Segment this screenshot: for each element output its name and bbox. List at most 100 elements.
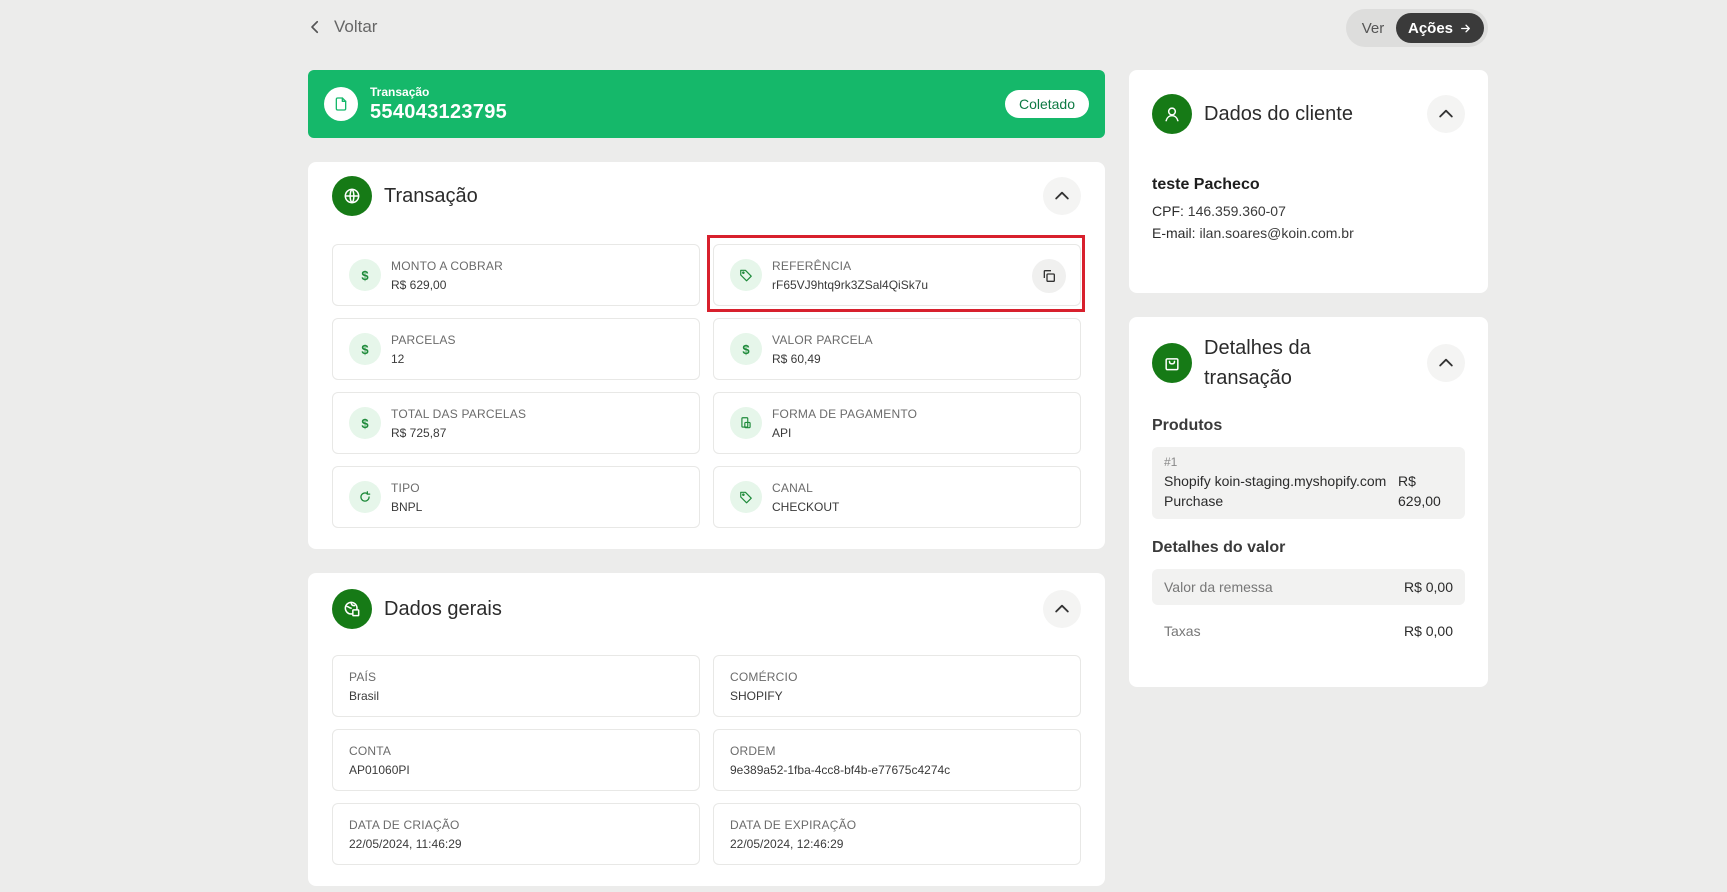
field-label: DATA DE CRIAÇÃO [349,817,460,832]
field-referencia: REFERÊNCIA rF65VJ9htq9rk3ZSal4QiSk7u [707,235,1085,312]
transaction-number: 554043123795 [370,100,508,123]
general-data-icon [332,589,372,629]
field-value: R$ 60,49 [772,351,821,366]
field-ordem: ORDEM 9e389a52-1fba-4cc8-bf4b-e77675c4274… [713,729,1081,791]
remessa-label: Valor da remessa [1164,579,1273,595]
transacao-fields: $ MONTO A COBRAR R$ 629,00 REFERÊNCIA rF65… [332,235,1085,528]
field-forma-pagamento: FORMA DE PAGAMENTO API [713,392,1081,454]
field-value: R$ 725,87 [391,425,447,440]
cliente-cpf: CPF: 146.359.360-07 [1152,203,1465,219]
tag-icon [730,259,762,291]
field-value: Brasil [349,688,380,703]
detalhes-title-line2: transação [1204,367,1292,389]
arrow-right-icon [1461,24,1470,32]
field-label: COMÉRCIO [730,669,798,684]
status-badge: Coletado [1004,90,1089,118]
field-label: PAÍS [349,669,377,684]
field-label: ORDEM [730,743,776,758]
globe-icon [332,176,372,216]
transacao-collapse-button[interactable] [1043,177,1081,215]
cliente-email: E-mail: ilan.soares@koin.com.br [1152,225,1465,241]
field-value: R$ 629,00 [391,277,447,292]
detalhes-title-line1: Detalhes da [1204,337,1311,359]
field-value: 12 [391,351,405,366]
transacao-card: Transação $ MONTO A COBRAR R$ 629,00 REFE… [308,162,1105,549]
detalhes-header: Detalhes da transação [1152,333,1465,393]
field-value: 9e389a52-1fba-4cc8-bf4b-e77675c4274c [730,762,951,777]
valor-title: Detalhes do valor [1152,539,1286,556]
dados-gerais-title: Dados gerais [384,597,502,620]
produtos-title: Produtos [1152,417,1223,434]
taxas-value: R$ 0,00 [1403,623,1453,639]
chevron-up-icon [1439,358,1453,367]
field-label: CANAL [772,480,814,495]
field-pais: PAÍS Brasil [332,655,700,717]
ver-option[interactable]: Ver [1350,20,1396,37]
payment-icon [730,407,762,439]
field-canal: CANAL CHECKOUT [713,466,1081,528]
field-label: FORMA DE PAGAMENTO [772,406,918,421]
back-label: Voltar [334,17,378,36]
field-conta: CONTA AP01060PI [332,729,700,791]
detalhes-collapse-button[interactable] [1427,344,1465,382]
field-label: CONTA [349,743,392,758]
field-data-expiracao: DATA DE EXPIRAÇÃO 22/05/2024, 12:46:29 [713,803,1081,865]
transaction-banner: Transação 554043123795 Coletado [308,70,1105,138]
chevron-up-icon [1055,191,1069,200]
field-label: PARCELAS [391,332,456,347]
field-value: 22/05/2024, 11:46:29 [349,836,462,851]
copy-button[interactable] [1032,259,1066,293]
field-value: API [772,425,792,440]
detalhes-transacao-card: Detalhes da transação Produtos #1 Shopif… [1129,317,1488,687]
field-label: TOTAL DAS PARCELAS [391,406,527,421]
banner-label: Transação [370,84,430,99]
cliente-name: teste Pacheco [1152,176,1260,193]
acoes-button[interactable]: Ações [1396,13,1484,43]
dollar-icon: $ [349,407,381,439]
field-monto: $ MONTO A COBRAR R$ 629,00 [332,244,700,306]
email-value: ilan.soares@koin.com.br [1199,225,1354,241]
tag-icon [730,481,762,513]
remessa-row: Valor da remessa R$ 0,00 [1152,569,1465,605]
field-label: VALOR PARCELA [772,332,873,347]
field-tipo: TIPO BNPL [332,466,700,528]
field-value: BNPL [391,499,423,514]
field-comercio: COMÉRCIO SHOPIFY [713,655,1081,717]
transacao-title: Transação [384,184,478,207]
product-index: #1 [1164,455,1178,469]
user-icon [1152,94,1192,134]
product-name: Shopify koin-staging.myshopify.com Purch… [1164,473,1387,509]
remessa-value: R$ 0,00 [1403,579,1453,595]
taxas-row: Taxas R$ 0,00 [1152,613,1465,649]
field-label: REFERÊNCIA [772,258,852,273]
field-valor-parcela: $ VALOR PARCELA R$ 60,49 [713,318,1081,380]
cpf-label: CPF: [1152,203,1184,219]
field-data-criacao: DATA DE CRIAÇÃO 22/05/2024, 11:46:29 [332,803,700,865]
field-value: rF65VJ9htq9rk3ZSal4QiSk7u [772,277,929,292]
detalhes-title: Detalhes da transação [1204,333,1311,393]
document-icon [324,87,358,121]
chevron-left-icon [311,20,319,34]
field-value: 22/05/2024, 12:46:29 [730,836,844,851]
cpf-value: 146.359.360-07 [1187,203,1286,219]
back-link[interactable]: Voltar [306,17,377,37]
field-label: TIPO [391,480,420,495]
chevron-up-icon [1055,604,1069,613]
chevron-up-icon [1439,109,1453,118]
refresh-icon [349,481,381,513]
copy-icon [1043,270,1055,282]
field-parcelas: $ PARCELAS 12 [332,318,700,380]
dollar-icon: $ [349,333,381,365]
dados-cliente-title: Dados do cliente [1204,102,1353,125]
dados-gerais-header: Dados gerais [332,589,1081,629]
view-actions-toggle: Ver Ações [1346,9,1488,47]
dados-gerais-collapse-button[interactable] [1043,590,1081,628]
dados-cliente-card: Dados do cliente teste Pacheco CPF: 146.… [1129,70,1488,293]
field-total-parcelas: $ TOTAL DAS PARCELAS R$ 725,87 [332,392,700,454]
dados-cliente-collapse-button[interactable] [1427,95,1465,133]
dollar-icon: $ [730,333,762,365]
acoes-label: Ações [1407,19,1454,37]
product-item: #1 Shopify koin-staging.myshopify.com Pu… [1152,447,1465,519]
shopping-bag-icon [1152,343,1192,383]
field-label: DATA DE EXPIRAÇÃO [730,817,857,832]
